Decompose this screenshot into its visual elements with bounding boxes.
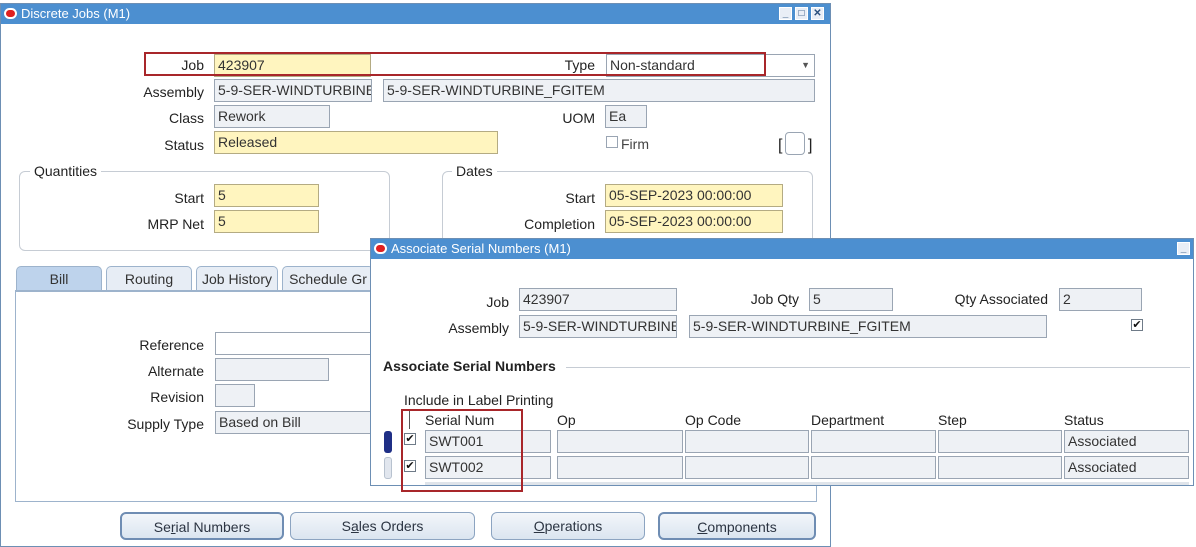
firm-checkbox[interactable] xyxy=(606,136,618,148)
assembly-description-field: 5-9-SER-WINDTURBINE_FGITEM xyxy=(383,79,815,102)
mrp-net-label: MRP Net xyxy=(147,216,204,232)
assembly-field[interactable]: 5-9-SER-WINDTURBINE xyxy=(214,79,372,102)
class-field[interactable]: Rework xyxy=(214,105,330,128)
type-select[interactable]: Non-standard ▼ xyxy=(606,54,815,77)
col-department: Department xyxy=(811,412,885,428)
status-label: Status xyxy=(164,137,204,153)
row-2-op xyxy=(557,456,683,479)
row-1-op-code xyxy=(685,430,809,453)
job-field[interactable]: 423907 xyxy=(214,54,371,77)
sn-job-qty-field: 5 xyxy=(809,288,893,311)
tab-job-history[interactable]: Job History xyxy=(196,266,278,291)
row-1-department xyxy=(811,430,936,453)
col-step: Step xyxy=(938,412,967,428)
row-2-department xyxy=(811,456,936,479)
sn-qty-associated-label: Qty Associated xyxy=(954,291,1048,307)
mrp-net-field[interactable]: 5 xyxy=(214,210,319,233)
maximize-icon[interactable]: □ xyxy=(795,7,808,20)
oracle-logo-icon xyxy=(4,8,17,19)
qty-start-label: Start xyxy=(174,190,204,206)
uom-label: UOM xyxy=(562,110,595,126)
row-1-include-checkbox[interactable]: ✔ xyxy=(404,433,416,445)
alternate-label: Alternate xyxy=(147,363,204,379)
window-title: Discrete Jobs (M1) xyxy=(21,6,131,21)
operations-button[interactable]: Operations xyxy=(491,512,645,540)
chevron-down-icon[interactable]: ▼ xyxy=(801,55,810,76)
row-1-status: Associated xyxy=(1064,430,1189,453)
sn-assembly-field: 5-9-SER-WINDTURBINE xyxy=(519,315,677,338)
class-label: Class xyxy=(168,110,204,126)
revision-label: Revision xyxy=(150,389,204,405)
row-2-include-checkbox[interactable]: ✔ xyxy=(404,460,416,472)
sn-job-field: 423907 xyxy=(519,288,677,311)
dates-title: Dates xyxy=(452,163,497,179)
oracle-logo-icon xyxy=(374,243,387,254)
col-status: Status xyxy=(1064,412,1104,428)
sn-assembly-description-field: 5-9-SER-WINDTURBINE_FGITEM xyxy=(689,315,1047,338)
date-start-label: Start xyxy=(565,190,595,206)
serial-window-titlebar[interactable]: Associate Serial Numbers (M1) _ xyxy=(371,239,1193,259)
quantities-group xyxy=(19,171,390,251)
uom-field[interactable]: Ea xyxy=(605,105,647,128)
tab-schedule-group[interactable]: Schedule Gr xyxy=(282,266,374,291)
tab-routing[interactable]: Routing xyxy=(106,266,192,291)
date-start-field[interactable]: 05-SEP-2023 00:00:00 xyxy=(605,184,783,207)
type-value: Non-standard xyxy=(610,57,695,73)
sn-header-checkbox[interactable]: ✔ xyxy=(1131,319,1143,331)
tab-bill[interactable]: Bill xyxy=(16,266,102,291)
status-field[interactable]: Released xyxy=(214,131,498,154)
components-button[interactable]: Components xyxy=(658,512,816,540)
row-2-op-code xyxy=(685,456,809,479)
alternate-field[interactable] xyxy=(215,358,329,381)
reference-label: Reference xyxy=(139,337,204,353)
dff-open-bracket: [ xyxy=(778,137,783,154)
reference-field[interactable] xyxy=(215,332,375,355)
sn-section-title: Associate Serial Numbers xyxy=(383,358,556,374)
row-indicator-active[interactable] xyxy=(384,431,392,453)
row-1-step xyxy=(938,430,1062,453)
row-2-serial-num[interactable]: SWT002 xyxy=(425,456,551,479)
discrete-jobs-titlebar[interactable]: Discrete Jobs (M1) _ □ ✕ xyxy=(1,4,830,24)
row-1-serial-num[interactable]: SWT001 xyxy=(425,430,551,453)
supply-type-field[interactable]: Based on Bill xyxy=(215,411,375,434)
serial-window-title: Associate Serial Numbers (M1) xyxy=(391,241,571,256)
minimize-icon[interactable]: _ xyxy=(1177,242,1190,255)
completion-field[interactable]: 05-SEP-2023 00:00:00 xyxy=(605,210,783,233)
sn-job-label: Job xyxy=(486,294,509,310)
sn-assembly-label: Assembly xyxy=(448,320,509,336)
col-serial-num: Serial Num xyxy=(425,412,495,428)
sn-job-qty-label: Job Qty xyxy=(750,291,799,307)
close-icon[interactable]: ✕ xyxy=(811,7,824,20)
row-1-op xyxy=(557,430,683,453)
sn-qty-associated-field: 2 xyxy=(1059,288,1142,311)
row-2-status: Associated xyxy=(1064,456,1189,479)
dff-close-bracket: ] xyxy=(808,137,813,154)
revision-field[interactable] xyxy=(215,384,255,407)
type-label: Type xyxy=(564,57,595,73)
quantities-title: Quantities xyxy=(30,163,102,179)
completion-label: Completion xyxy=(524,216,595,232)
include-in-label-printing-label: Include in Label Printing xyxy=(404,392,554,408)
supply-type-label: Supply Type xyxy=(127,416,204,432)
qty-start-field[interactable]: 5 xyxy=(214,184,319,207)
row-indicator[interactable] xyxy=(384,457,392,479)
col-op-code: Op Code xyxy=(685,412,742,428)
row-2-step xyxy=(938,456,1062,479)
row-3-partial xyxy=(425,482,1189,485)
sn-section-divider xyxy=(566,367,1190,368)
sales-orders-button[interactable]: Sales Orders xyxy=(290,512,475,540)
assembly-label: Assembly xyxy=(143,84,204,100)
serial-numbers-button[interactable]: Serial Numbers xyxy=(120,512,284,540)
col-op: Op xyxy=(557,412,576,428)
descriptive-flexfield[interactable] xyxy=(785,132,805,155)
include-label-pointer-line xyxy=(409,409,410,429)
firm-label: Firm xyxy=(621,136,649,152)
job-label: Job xyxy=(181,57,204,73)
minimize-icon[interactable]: _ xyxy=(779,7,792,20)
